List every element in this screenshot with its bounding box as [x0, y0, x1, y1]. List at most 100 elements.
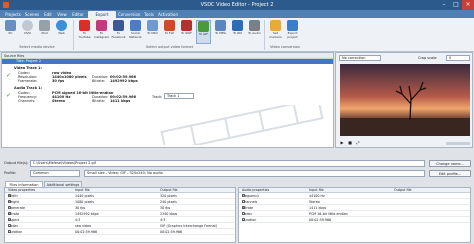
media-ipod-button[interactable]: iPod	[37, 20, 52, 44]
cell-property: Channels	[242, 200, 258, 204]
volume-slider[interactable]	[446, 142, 470, 145]
table-row[interactable]: Codec PCM 16-bit little-endian	[239, 212, 470, 217]
to-flv-label: To FLV	[164, 31, 175, 35]
to-facebook-button[interactable]: To Facebook	[111, 20, 126, 44]
table-row[interactable]: Duration 00:02:59.966	[239, 218, 470, 223]
pc-icon	[5, 20, 16, 31]
menu-edit[interactable]: Edit	[42, 11, 54, 18]
audio-channels-value: Stereo	[52, 99, 66, 103]
table-row[interactable]: Codec raw video GIF (Graphics Interchang…	[5, 224, 235, 229]
profile-desc-select[interactable]: Small size - Video: GIF - 320x240; No au…	[84, 170, 425, 177]
video-framerate-value: 30 fps	[52, 79, 65, 83]
menu-editor[interactable]: Editor	[70, 11, 86, 18]
to-youtube-button[interactable]: To YouTube	[77, 20, 92, 44]
to-mkv-button[interactable]: To MKV	[145, 20, 160, 44]
output-path-input[interactable]: C:\Users\Melese\Videos\Project 2.gif	[30, 160, 425, 167]
table-row[interactable]: Bitrate 1492992 kbps 2340 kbps	[5, 212, 235, 217]
audio-track-title: Audio Track 1:	[14, 86, 43, 90]
close-icon[interactable]: ×	[462, 0, 474, 10]
to-gif-button[interactable]: To GIF	[196, 20, 211, 44]
menu-export-project[interactable]: Export project	[88, 11, 116, 24]
cell-input: 00:02:59.966	[75, 230, 98, 234]
table-row[interactable]: Framerate 30 fps 30 fps	[5, 206, 235, 211]
video-properties-table: Video properties Input file Output file …	[4, 187, 236, 243]
play-icon[interactable]: ▶	[339, 140, 345, 146]
menu-projects[interactable]: Projects	[4, 11, 22, 18]
change-name-button[interactable]: Change name...	[429, 160, 471, 167]
to-rm-button[interactable]: To RM	[230, 20, 245, 44]
window-title: VSDC Video Editor - Project 2	[200, 2, 274, 8]
markers-icon	[270, 20, 281, 31]
cell-input: 44100 Hz	[309, 194, 325, 198]
to-swf-button[interactable]: To SWF	[179, 20, 194, 44]
cell-output: 240 pixels	[160, 200, 177, 204]
cell-output: 2340 kbps	[160, 212, 178, 216]
profile-label: Profile:	[4, 171, 17, 175]
cell-output: GIF (Graphics Interchange Format)	[160, 224, 218, 228]
mkv-icon	[147, 20, 158, 31]
video-header-output: Output file	[160, 188, 178, 192]
cell-input: 00:02:59.966	[309, 218, 332, 222]
flv-icon	[164, 20, 175, 31]
media-dvd-label: DVD	[24, 31, 31, 35]
table-row[interactable]: Height 1080 pixels 240 pixels	[5, 200, 235, 205]
audio-track-select-value: Track 1	[167, 94, 180, 98]
cell-property: Frequency	[242, 194, 260, 198]
maximize-icon[interactable]: □	[450, 0, 462, 10]
ipod-icon	[39, 20, 50, 31]
ribbon-separator	[264, 20, 265, 50]
cell-output: 320 pixels	[160, 194, 177, 198]
youtube-icon	[79, 20, 90, 31]
to-swf-label: To SWF	[181, 31, 192, 35]
social-network-label: Social Network	[129, 31, 142, 39]
audio-track-select[interactable]: Track 1	[164, 93, 194, 99]
profile-select[interactable]: Common	[30, 170, 80, 177]
swf-icon	[181, 20, 192, 31]
stop-icon[interactable]: ■	[347, 140, 353, 146]
social-network-button[interactable]: Social Network	[128, 20, 143, 44]
table-row[interactable]: Channels Stereo	[239, 200, 470, 205]
table-row[interactable]: Width 1440 pixels 320 pixels	[5, 194, 235, 199]
film-strip-watermark	[160, 105, 324, 145]
color-correction-select[interactable]: No correction	[339, 55, 381, 61]
fullscreen-icon[interactable]: ⤢	[355, 140, 361, 146]
cell-input: 4:3	[75, 218, 81, 222]
crop-scale-value: 0	[449, 56, 452, 60]
media-pc-button[interactable]: PC	[3, 20, 18, 44]
edit-profile-button[interactable]: Edit profile...	[429, 170, 471, 177]
table-row[interactable]: Bitrate 1411 kbps	[239, 206, 470, 211]
set-markers-button[interactable]: Set markers	[268, 20, 283, 44]
audio-icon	[249, 20, 260, 31]
cell-property: Height	[8, 200, 19, 204]
video-header-property: Video properties	[8, 188, 36, 192]
color-correction-value: No correction	[342, 56, 366, 60]
to-instagram-button[interactable]: To Instagram	[94, 20, 109, 44]
cell-property: Width	[8, 194, 18, 198]
table-row[interactable]: Duration 00:02:59.966 00:02:59.966	[5, 230, 235, 235]
minimize-icon[interactable]: –	[438, 0, 450, 10]
to-mpg-button[interactable]: To MPG	[213, 20, 228, 44]
profile-desc-value: Small size - Video: GIF - 320x240; No au…	[87, 171, 163, 175]
video-bitrate-label: Bitrate:	[92, 79, 106, 83]
cell-input: 1440 pixels	[75, 194, 94, 198]
menu-scenes[interactable]: Scenes	[24, 11, 40, 18]
table-row[interactable]: Frequency 44100 Hz	[239, 194, 470, 199]
menu-view[interactable]: View	[56, 11, 68, 18]
menu-activation[interactable]: Activation	[158, 11, 178, 18]
menu-tools[interactable]: Tools	[142, 11, 156, 18]
audio-check-icon: ✓	[6, 92, 12, 99]
dvd-icon	[22, 20, 33, 31]
media-dvd-button[interactable]: DVD	[20, 20, 35, 44]
to-flv-button[interactable]: To FLV	[162, 20, 177, 44]
export-icon	[287, 20, 298, 31]
menu-conversion[interactable]: Conversion	[118, 11, 140, 18]
video-framerate-label: Framerate:	[18, 79, 38, 83]
table-row[interactable]: Aspect 4:3 4:3	[5, 218, 235, 223]
cell-property: Bitrate	[8, 212, 20, 216]
project-title-bar[interactable]: Title: Project 2	[2, 59, 333, 64]
export-project-button[interactable]: Export project	[285, 20, 300, 44]
cell-input: 1492992 kbps	[75, 212, 99, 216]
media-web-button[interactable]: Web	[54, 20, 69, 44]
crop-scale-input[interactable]: 0	[446, 55, 470, 61]
to-audio-button[interactable]: To Audio	[247, 20, 262, 44]
